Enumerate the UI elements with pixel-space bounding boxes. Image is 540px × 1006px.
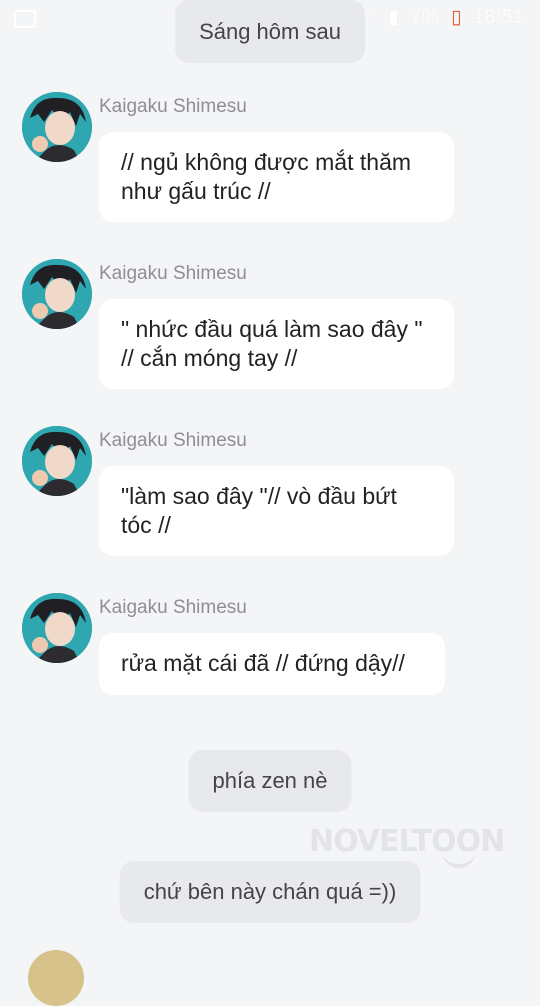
avatar[interactable]: [22, 92, 92, 162]
watermark-smile-icon: [442, 848, 476, 868]
message-text: rửa mặt cái đã // đứng dậy//: [121, 650, 405, 676]
narration-bubble: Sáng hôm sau: [175, 0, 365, 63]
message-text: "làm sao đây "// vò đầu bứt tóc //: [121, 483, 397, 538]
signal-icon: ▮: [388, 7, 400, 28]
sender-name: Kaigaku Shimesu: [99, 430, 247, 451]
character-portrait-icon: [22, 426, 92, 496]
character-portrait-icon: [22, 593, 92, 663]
sender-name: Kaigaku Shimesu: [99, 263, 247, 284]
message-text: // ngủ không được mắt thăm như gấu trúc …: [121, 149, 412, 204]
avatar[interactable]: [22, 259, 92, 329]
image-notification-icon: [14, 10, 36, 28]
message-bubble[interactable]: rửa mặt cái đã // đứng dậy//: [99, 633, 445, 695]
message-bubble[interactable]: "làm sao đây "// vò đầu bứt tóc //: [99, 466, 454, 556]
narration-bubble: phía zen nè: [188, 750, 352, 812]
message-text: " nhức đầu quá làm sao đây " // cắn móng…: [121, 316, 423, 371]
message-bubble[interactable]: " nhức đầu quá làm sao đây " // cắn móng…: [99, 299, 454, 389]
avatar[interactable]: [22, 593, 92, 663]
character-portrait-icon: [22, 92, 92, 162]
avatar[interactable]: [22, 426, 92, 496]
battery-icon: ▯: [451, 7, 463, 28]
character-portrait-icon: [22, 259, 92, 329]
battery-percent: 7%: [410, 7, 440, 28]
sender-name: Kaigaku Shimesu: [99, 96, 247, 117]
narration-text: phía zen nè: [212, 768, 328, 793]
narration-text: Sáng hôm sau: [199, 19, 341, 44]
narration-bubble: chứ bên này chán quá =)): [119, 861, 421, 923]
avatar[interactable]: [28, 950, 84, 1006]
clock: 18:51: [473, 7, 524, 28]
message-bubble[interactable]: // ngủ không được mắt thăm như gấu trúc …: [99, 132, 454, 222]
narration-text: chứ bên này chán quá =)): [143, 879, 397, 904]
sender-name: Kaigaku Shimesu: [99, 597, 247, 618]
